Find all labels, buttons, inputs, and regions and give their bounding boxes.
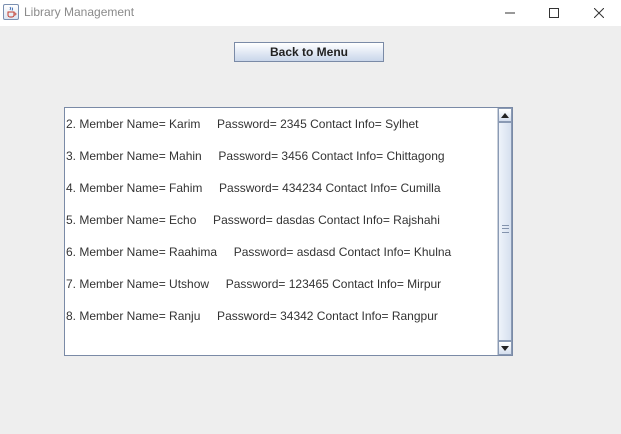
arrow-up-icon — [501, 112, 509, 118]
scroll-down-button[interactable] — [498, 341, 512, 355]
list-item: 4. Member Name= Fahim Password= 434234 C… — [66, 181, 441, 195]
list-item: 8. Member Name= Ranju Password= 34342 Co… — [66, 309, 438, 323]
minimize-button[interactable] — [487, 0, 533, 26]
list-item: 5. Member Name= Echo Password= dasdas Co… — [66, 213, 440, 227]
back-to-menu-button[interactable]: Back to Menu — [234, 42, 384, 62]
vertical-scrollbar[interactable] — [497, 108, 512, 355]
list-item: 7. Member Name= Utshow Password= 123465 … — [66, 277, 442, 291]
scroll-up-button[interactable] — [498, 108, 512, 122]
members-list: 2. Member Name= Karim Password= 2345 Con… — [65, 108, 497, 355]
members-text-area[interactable]: 2. Member Name= Karim Password= 2345 Con… — [64, 107, 513, 356]
close-icon — [594, 8, 604, 18]
java-cup-icon — [3, 4, 19, 20]
close-button[interactable] — [576, 0, 621, 26]
list-item: 2. Member Name= Karim Password= 2345 Con… — [66, 117, 419, 131]
list-item: 6. Member Name= Raahima Password= asdasd… — [66, 245, 452, 259]
maximize-button[interactable] — [531, 0, 577, 26]
list-item: 3. Member Name= Mahin Password= 3456 Con… — [66, 149, 445, 163]
title-bar: Library Management — [0, 0, 621, 26]
grip-icon — [502, 225, 509, 233]
main-panel: Back to Menu 2. Member Name= Karim Passw… — [0, 26, 621, 434]
arrow-down-icon — [501, 345, 509, 351]
window-title: Library Management — [24, 5, 135, 19]
minimize-icon — [505, 12, 515, 14]
scrollbar-thumb[interactable] — [498, 122, 512, 341]
maximize-icon — [549, 8, 559, 18]
